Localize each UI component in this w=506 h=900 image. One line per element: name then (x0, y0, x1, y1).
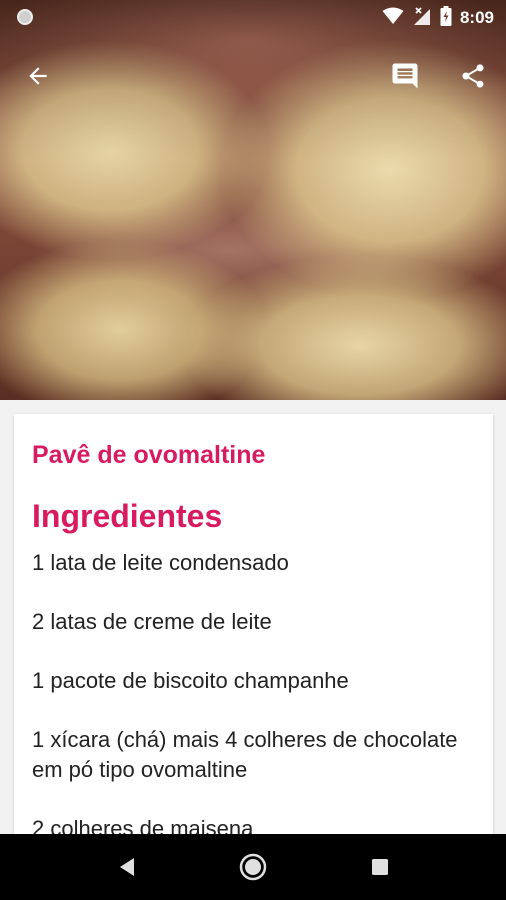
recents-square-icon (372, 859, 388, 875)
wifi-icon (382, 7, 404, 30)
battery-charging-icon (440, 5, 452, 31)
recipe-title: Pavê de ovomaltine (32, 441, 266, 469)
comment-icon (392, 63, 418, 89)
nav-recents-button[interactable] (363, 850, 397, 884)
home-circle-icon (239, 853, 267, 881)
ingredient-item: 1 lata de leite condensado (32, 550, 289, 575)
app-bar (0, 48, 506, 104)
ingredients-list: 1 lata de leite condensado 2 latas de cr… (32, 548, 475, 844)
nav-home-button[interactable] (236, 850, 270, 884)
status-bar: 8:09 (0, 0, 506, 36)
signal-no-data-icon (412, 6, 432, 31)
comments-button[interactable] (385, 56, 425, 96)
back-button[interactable] (18, 56, 58, 96)
back-triangle-icon (120, 858, 134, 876)
ingredient-item: 1 xícara (chá) mais 4 colheres de chocol… (32, 727, 458, 782)
ingredient-item: 1 pacote de biscoito champanhe (32, 668, 349, 693)
notification-dot-icon (17, 9, 33, 25)
status-time: 8:09 (459, 8, 494, 27)
ingredient-item: 2 latas de creme de leite (32, 609, 272, 634)
arrow-back-icon (29, 67, 47, 85)
share-icon (462, 64, 484, 88)
recipe-card: Pavê de ovomaltine Ingredientes 1 lata d… (14, 414, 493, 844)
ingredients-heading: Ingredientes (32, 498, 223, 534)
nav-back-button[interactable] (110, 850, 144, 884)
share-button[interactable] (453, 56, 493, 96)
system-nav-bar (0, 834, 506, 900)
